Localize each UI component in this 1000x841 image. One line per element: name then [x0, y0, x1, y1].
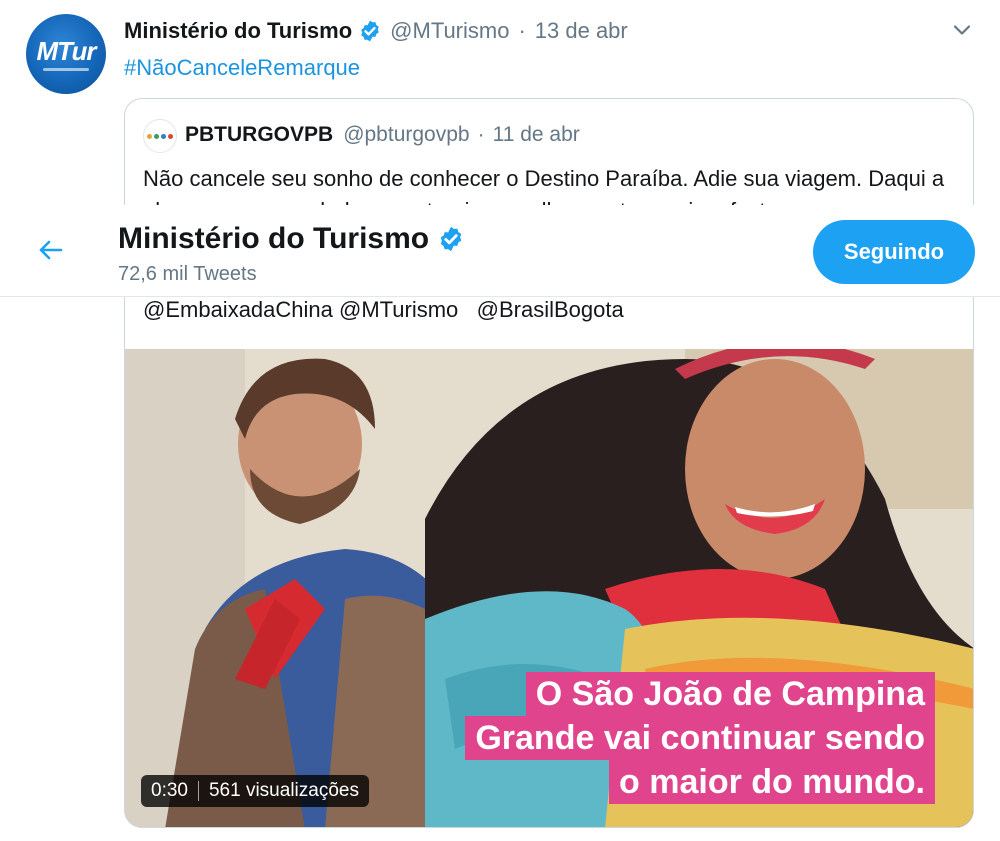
quoted-tweet-header: PBTURGOVPB @pbturgovpb · 11 de abr [185, 121, 580, 149]
video-view-count: 561 visualizações [208, 780, 359, 801]
profile-name-text: Ministério do Turismo [118, 222, 430, 255]
profile-sticky-header: Ministério do Turismo 72,6 mil Tweets Se… [0, 205, 1000, 297]
video-player[interactable]: O São João de Campina Grande vai continu… [125, 349, 973, 827]
tweet-header: Ministério do Turismo @MTurismo · 13 de … [124, 16, 628, 46]
profile-tweet-count: 72,6 mil Tweets [118, 263, 257, 285]
avatar-logo-subline [43, 67, 89, 71]
quoted-author-avatar[interactable] [143, 119, 177, 153]
video-caption: O São João de Campina Grande vai continu… [465, 672, 935, 804]
profile-name: Ministério do Turismo [118, 221, 465, 257]
quoted-tweet-date[interactable]: 11 de abr [493, 123, 580, 147]
caption-line: o maior do mundo. [609, 760, 935, 804]
chevron-down-icon[interactable] [950, 18, 974, 42]
author-handle[interactable]: @MTurismo [390, 18, 509, 44]
video-duration: 0:30 [151, 780, 188, 801]
video-info-badge: 0:30 561 visualizações [141, 775, 369, 807]
quoted-header-separator: · [477, 123, 485, 146]
tweet-date[interactable]: 13 de abr [535, 18, 628, 44]
arrow-left-icon[interactable] [36, 235, 66, 265]
avatar-logo-text: MTur [36, 35, 96, 66]
verified-badge-icon [437, 225, 465, 253]
quoted-mentions[interactable]: @EmbaixadaChina @MTurismo @BrasilBogota [143, 297, 624, 323]
caption-line: Grande vai continuar sendo [465, 716, 935, 760]
following-button[interactable]: Seguindo [813, 220, 975, 284]
caption-line: O São João de Campina [525, 672, 935, 716]
verified-badge-icon [358, 19, 382, 43]
author-name[interactable]: Ministério do Turismo [124, 18, 352, 44]
quoted-author-handle[interactable]: @pbturgovpb [343, 123, 469, 147]
author-avatar[interactable]: MTur [26, 14, 106, 94]
quoted-author-name[interactable]: PBTURGOVPB [185, 123, 333, 147]
header-separator: · [518, 18, 526, 43]
hashtag-link[interactable]: #NãoCanceleRemarque [124, 55, 360, 81]
